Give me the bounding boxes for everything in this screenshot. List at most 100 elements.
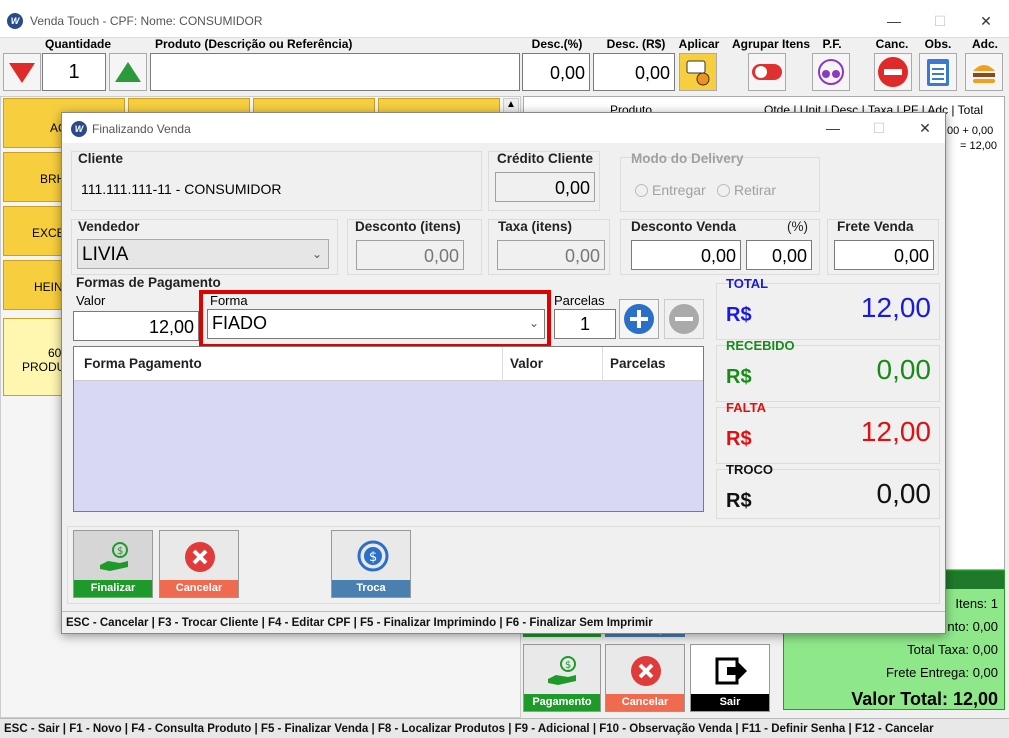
delivery-group: Modo do Delivery Entregar Retirar	[620, 151, 820, 212]
falta-currency: R$	[726, 428, 752, 450]
vendedor-value: LIVIA	[82, 244, 129, 265]
summary-itens: Itens: 1	[955, 596, 998, 611]
frete-label: Frete Venda	[837, 219, 914, 234]
parcelas-label: Parcelas	[554, 293, 605, 308]
remove-payment-button	[664, 299, 704, 339]
desc-itens-label: Desconto (itens)	[355, 219, 461, 234]
desc-itens-group: Desconto (itens) 0,00	[347, 219, 482, 275]
aplicar-label: Aplicar	[678, 37, 720, 51]
quantidade-input[interactable]: 1	[42, 53, 106, 91]
dialog-minimize-icon[interactable]: —	[810, 113, 856, 143]
product-name: PRODU	[22, 360, 66, 374]
forma-select[interactable]: FIADO ⌄	[207, 309, 545, 339]
total-panel: TOTAL R$ 12,00	[716, 276, 940, 340]
add-payment-button[interactable]	[619, 299, 659, 339]
credito-label: Crédito Cliente	[497, 151, 594, 166]
chevron-down-icon: ⌄	[528, 316, 539, 330]
pagamento-button[interactable]: $ Pagamento	[523, 644, 601, 712]
cancelar-dialog-label: Cancelar	[160, 580, 238, 597]
cancelar-dialog-button[interactable]: Cancelar	[159, 530, 239, 598]
window-title-bar: W Venda Touch - CPF: Nome: CONSUMIDOR — …	[0, 0, 1009, 38]
delivery-label: Modo do Delivery	[631, 151, 744, 166]
desc-itens-field: 0,00	[356, 240, 464, 270]
dialog-logo-icon: W	[71, 121, 87, 137]
obs-button[interactable]	[919, 53, 957, 91]
minus-circle-icon	[878, 57, 908, 87]
svg-text:$: $	[369, 550, 377, 565]
table-header-valor: Valor	[510, 356, 544, 371]
increase-quantity-button[interactable]	[109, 53, 147, 91]
produto-input[interactable]	[150, 53, 520, 91]
credito-field: 0,00	[495, 172, 595, 202]
forma-label: Forma	[210, 293, 248, 308]
recebido-label: RECEBIDO	[726, 338, 795, 353]
desc-venda-group: Desconto Venda (%) 0,00 0,00	[620, 219, 820, 275]
aplicar-button[interactable]	[679, 53, 717, 91]
desc-rs-input[interactable]: 0,00	[593, 53, 675, 91]
product-code: 60	[48, 346, 62, 360]
parcelas-input[interactable]: 1	[554, 309, 616, 339]
cliente-value[interactable]: 111.111.111-11 - CONSUMIDOR	[81, 181, 281, 197]
canc-label: Canc.	[875, 37, 909, 51]
app-logo-icon: W	[7, 13, 23, 29]
payments-table-header: Forma Pagamento Valor Parcelas	[74, 347, 703, 381]
desc-rs-label: Desc. (R$)	[606, 37, 666, 51]
agrupar-toggle[interactable]	[748, 53, 786, 91]
formas-label: Formas de Pagamento	[76, 275, 221, 290]
burger-icon	[973, 65, 995, 83]
credito-group: Crédito Cliente 0,00	[488, 151, 600, 211]
arrow-down-icon	[9, 63, 35, 83]
total-label: TOTAL	[726, 276, 769, 291]
x-circle-icon	[631, 656, 661, 686]
entregar-label: Entregar	[652, 182, 706, 198]
adc-button[interactable]	[965, 53, 1003, 91]
adc-label: Adc.	[971, 37, 998, 51]
desc-pct-input[interactable]: 0,00	[522, 53, 590, 91]
forma-value: FIADO	[212, 313, 268, 333]
total-currency: R$	[726, 304, 752, 326]
troco-value: 0,00	[876, 478, 932, 509]
valor-input[interactable]: 12,00	[73, 311, 199, 341]
dialog-maximize-icon: ☐	[872, 120, 886, 136]
pf-button[interactable]	[812, 53, 850, 91]
vendedor-label: Vendedor	[78, 219, 140, 234]
money-hand-icon: $	[548, 656, 576, 685]
minimize-icon[interactable]: —	[871, 6, 917, 36]
troca-button[interactable]: $ Troca	[331, 530, 411, 598]
finalizando-venda-dialog: W Finalizando Venda — ☐ ✕ Cliente 111.11…	[61, 112, 946, 634]
finalizar-button[interactable]: $ Finalizar	[73, 530, 153, 598]
grid-cell: ,00 + 0,00	[944, 125, 994, 137]
notepad-icon	[927, 59, 949, 86]
exchange-money-icon: $	[357, 540, 389, 572]
vendedor-select[interactable]: LIVIA ⌄	[77, 239, 329, 269]
desc-pct-label: Desc.(%)	[531, 37, 583, 51]
cliente-label: Cliente	[78, 151, 124, 166]
chevron-down-icon: ⌄	[311, 247, 322, 261]
dialog-close-icon[interactable]: ✕	[902, 113, 948, 143]
cancelar-main-button[interactable]: Cancelar	[605, 644, 685, 712]
frete-input[interactable]: 0,00	[834, 240, 934, 270]
decrease-quantity-button[interactable]	[3, 53, 41, 91]
cliente-group: Cliente 111.111.111-11 - CONSUMIDOR	[71, 151, 482, 211]
falta-value: 12,00	[860, 416, 931, 447]
sair-label: Sair	[691, 694, 769, 711]
table-header-forma: Forma Pagamento	[84, 356, 202, 371]
payments-table[interactable]: Forma Pagamento Valor Parcelas	[73, 346, 704, 512]
table-header-parcelas: Parcelas	[610, 356, 666, 371]
agrupar-label: Agrupar Itens	[731, 37, 810, 51]
close-icon[interactable]: ✕	[963, 6, 1009, 36]
x-circle-icon	[185, 542, 215, 572]
desc-venda-input[interactable]: 0,00	[631, 240, 741, 270]
toggle-icon	[752, 64, 782, 80]
desc-venda-pct-input[interactable]: 0,00	[746, 240, 812, 270]
troco-panel: TROCO R$ 0,00	[716, 462, 940, 519]
recebido-value: 0,00	[876, 354, 932, 385]
produto-label: Produto (Descrição ou Referência)	[155, 37, 353, 51]
troco-currency: R$	[726, 490, 752, 512]
sair-button[interactable]: Sair	[690, 644, 770, 712]
dialog-title-bar: W Finalizando Venda — ☐ ✕	[62, 113, 945, 143]
canc-button[interactable]	[874, 53, 912, 91]
pf-label: P.F.	[822, 37, 842, 51]
money-hand-icon: $	[100, 542, 128, 571]
summary-valor-total: Valor Total: 12,00	[851, 689, 998, 709]
